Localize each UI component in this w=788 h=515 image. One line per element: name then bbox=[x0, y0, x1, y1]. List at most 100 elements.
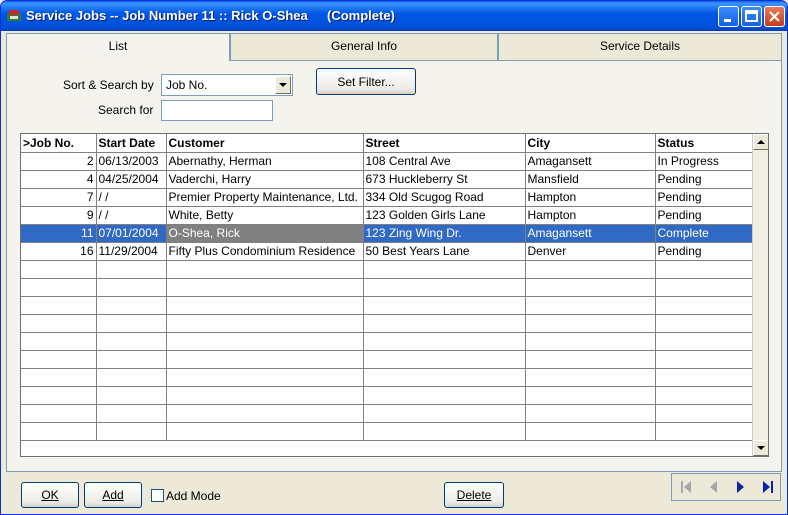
tab-service-details[interactable]: Service Details bbox=[498, 33, 782, 60]
maximize-button[interactable] bbox=[741, 6, 762, 27]
customer-cell[interactable] bbox=[166, 314, 364, 333]
start-date-cell[interactable] bbox=[96, 314, 167, 333]
street-cell[interactable] bbox=[363, 350, 526, 369]
start-date-cell[interactable] bbox=[96, 368, 167, 387]
job-no-cell[interactable] bbox=[21, 278, 97, 297]
table-row[interactable]: 2 06/13/2003 Abernathy, Herman 108 Central … bbox=[21, 152, 753, 171]
status-cell[interactable]: Pending bbox=[655, 242, 753, 261]
customer-cell[interactable] bbox=[166, 368, 364, 387]
tab-list[interactable]: List bbox=[6, 33, 230, 61]
job-no-cell[interactable] bbox=[21, 404, 97, 423]
ok-button[interactable]: OK bbox=[21, 482, 79, 508]
col-header-status[interactable]: Status bbox=[655, 134, 753, 153]
first-record-button[interactable] bbox=[673, 475, 700, 499]
status-cell[interactable] bbox=[655, 296, 753, 315]
table-row[interactable] bbox=[21, 260, 753, 279]
job-no-cell[interactable]: 16 bbox=[21, 242, 97, 261]
start-date-cell[interactable] bbox=[96, 404, 167, 423]
city-cell[interactable]: Hampton bbox=[525, 206, 656, 225]
city-cell[interactable]: Amagansett bbox=[525, 152, 656, 171]
city-cell[interactable] bbox=[525, 332, 656, 351]
city-cell[interactable] bbox=[525, 350, 656, 369]
add-mode-checkbox[interactable] bbox=[151, 489, 164, 502]
city-cell[interactable]: Mansfield bbox=[525, 170, 656, 189]
table-row[interactable]: 16 11/29/2004 Fifty Plus Condominium Resid… bbox=[21, 242, 753, 261]
table-row[interactable] bbox=[21, 332, 753, 351]
table-row[interactable] bbox=[21, 350, 753, 369]
status-cell[interactable] bbox=[655, 350, 753, 369]
start-date-cell[interactable] bbox=[96, 350, 167, 369]
street-cell[interactable]: 334 Old Scugog Road bbox=[363, 188, 526, 207]
status-cell[interactable] bbox=[655, 404, 753, 423]
start-date-cell[interactable] bbox=[96, 260, 167, 279]
table-row[interactable] bbox=[21, 296, 753, 315]
minimize-button[interactable] bbox=[718, 6, 739, 27]
job-no-cell[interactable]: 4 bbox=[21, 170, 97, 189]
start-date-cell[interactable] bbox=[96, 422, 167, 441]
sort-by-dropdown-button[interactable] bbox=[275, 76, 291, 94]
job-no-cell[interactable] bbox=[21, 314, 97, 333]
col-header-customer[interactable]: Customer bbox=[166, 134, 364, 153]
table-row[interactable] bbox=[21, 278, 753, 297]
city-cell[interactable] bbox=[525, 404, 656, 423]
street-cell[interactable] bbox=[363, 332, 526, 351]
customer-cell[interactable]: Abernathy, Herman bbox=[166, 152, 364, 171]
city-cell[interactable] bbox=[525, 278, 656, 297]
street-cell[interactable] bbox=[363, 314, 526, 333]
street-cell[interactable] bbox=[363, 386, 526, 405]
city-cell[interactable]: Denver bbox=[525, 242, 656, 261]
grid-vertical-scrollbar[interactable] bbox=[752, 134, 768, 456]
job-no-cell[interactable] bbox=[21, 350, 97, 369]
status-cell[interactable]: In Progress bbox=[655, 152, 753, 171]
col-header-job-no[interactable]: >Job No. bbox=[21, 134, 97, 153]
start-date-cell[interactable]: / / bbox=[96, 188, 167, 207]
street-cell[interactable]: 123 Golden Girls Lane bbox=[363, 206, 526, 225]
customer-cell[interactable] bbox=[166, 422, 364, 441]
street-cell[interactable] bbox=[363, 404, 526, 423]
customer-cell[interactable] bbox=[166, 332, 364, 351]
customer-cell[interactable] bbox=[166, 404, 364, 423]
street-cell[interactable] bbox=[363, 296, 526, 315]
job-no-cell[interactable] bbox=[21, 332, 97, 351]
col-header-street[interactable]: Street bbox=[363, 134, 526, 153]
scroll-down-button[interactable] bbox=[753, 440, 768, 456]
delete-button[interactable]: Delete bbox=[444, 482, 504, 508]
sort-by-select[interactable]: Job No. bbox=[161, 74, 293, 96]
customer-cell[interactable] bbox=[166, 350, 364, 369]
start-date-cell[interactable]: / / bbox=[96, 206, 167, 225]
status-cell[interactable]: Complete bbox=[655, 224, 753, 243]
table-row[interactable] bbox=[21, 404, 753, 423]
customer-cell[interactable]: Fifty Plus Condominium Residence bbox=[166, 242, 364, 261]
table-row[interactable]: 7/ / Premier Property Maintenance, Ltd. 33… bbox=[21, 188, 753, 207]
city-cell[interactable] bbox=[525, 368, 656, 387]
status-cell[interactable] bbox=[655, 314, 753, 333]
table-row[interactable] bbox=[21, 314, 753, 333]
job-no-cell[interactable]: 2 bbox=[21, 152, 97, 171]
status-cell[interactable]: Pending bbox=[655, 206, 753, 225]
status-cell[interactable]: Pending bbox=[655, 188, 753, 207]
table-row[interactable] bbox=[21, 422, 753, 441]
city-cell[interactable] bbox=[525, 314, 656, 333]
job-no-cell[interactable] bbox=[21, 386, 97, 405]
previous-record-button[interactable] bbox=[700, 475, 727, 499]
job-no-cell[interactable]: 9 bbox=[21, 206, 97, 225]
city-cell[interactable] bbox=[525, 386, 656, 405]
street-cell[interactable]: 673 Huckleberry St bbox=[363, 170, 526, 189]
job-no-cell[interactable] bbox=[21, 260, 97, 279]
status-cell[interactable] bbox=[655, 386, 753, 405]
street-cell[interactable] bbox=[363, 260, 526, 279]
customer-cell[interactable]: Premier Property Maintenance, Ltd. bbox=[166, 188, 364, 207]
start-date-cell[interactable]: 04/25/2004 bbox=[96, 170, 167, 189]
job-no-cell[interactable]: 11 bbox=[21, 224, 97, 243]
street-cell[interactable]: 123 Zing Wing Dr. bbox=[363, 224, 526, 243]
city-cell[interactable]: Hampton bbox=[525, 188, 656, 207]
next-record-button[interactable] bbox=[727, 475, 754, 499]
status-cell[interactable] bbox=[655, 278, 753, 297]
customer-cell[interactable] bbox=[166, 278, 364, 297]
col-header-start-date[interactable]: Start Date bbox=[96, 134, 167, 153]
status-cell[interactable]: Pending bbox=[655, 170, 753, 189]
street-cell[interactable]: 50 Best Years Lane bbox=[363, 242, 526, 261]
start-date-cell[interactable]: 11/29/2004 bbox=[96, 242, 167, 261]
customer-cell[interactable] bbox=[166, 296, 364, 315]
job-no-cell[interactable] bbox=[21, 296, 97, 315]
